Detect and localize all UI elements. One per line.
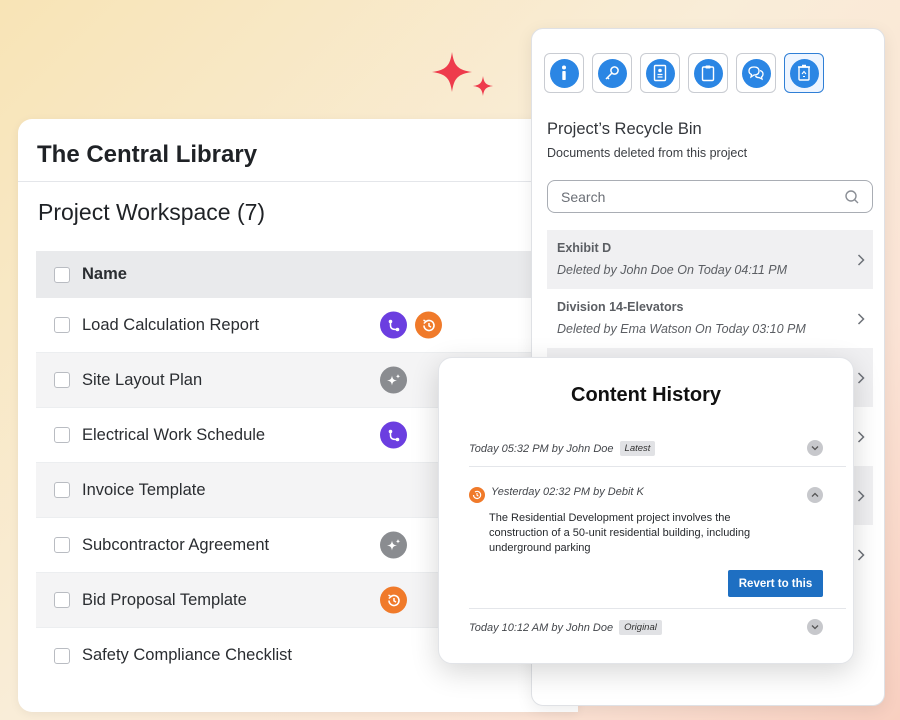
row-checkbox[interactable] — [54, 592, 70, 608]
recycle-bin-title: Project’s Recycle Bin — [547, 120, 702, 138]
recycle-bin-button[interactable] — [784, 53, 824, 93]
recycle-bin-icon — [789, 58, 819, 88]
ai-sparkle-icon[interactable] — [380, 531, 407, 559]
deleted-document-meta: Deleted by Ema Watson On Today 03:10 PM — [557, 322, 806, 336]
original-tag: Original — [619, 620, 662, 635]
chat-icon — [741, 58, 771, 88]
history-entry-expanded[interactable]: Yesterday 02:32 PM by Debit K The Reside… — [489, 486, 821, 556]
history-icon[interactable] — [380, 586, 407, 614]
key-button[interactable] — [592, 53, 632, 93]
revert-button[interactable]: Revert to this — [728, 570, 823, 597]
info-icon — [549, 58, 579, 88]
panel-toolbar — [544, 53, 824, 93]
table-header: Name — [36, 251, 556, 298]
list-item[interactable]: Exhibit D Deleted by John Doe On Today 0… — [547, 230, 873, 289]
history-entry-description: The Residential Development project invo… — [489, 512, 751, 554]
table-row[interactable]: Load Calculation Report — [36, 298, 556, 353]
document-name[interactable]: Safety Compliance Checklist — [82, 646, 292, 665]
chevron-right-icon[interactable] — [857, 312, 865, 325]
chevron-right-icon[interactable] — [857, 430, 865, 443]
sparkle-decoration-icon — [432, 52, 493, 96]
deleted-document-name: Exhibit D — [557, 241, 612, 255]
chevron-down-icon[interactable] — [807, 440, 823, 456]
select-all-checkbox[interactable] — [54, 266, 70, 283]
history-icon[interactable] — [415, 311, 442, 339]
key-icon — [597, 58, 627, 88]
document-card-button[interactable] — [640, 53, 680, 93]
document-name[interactable]: Invoice Template — [82, 481, 206, 500]
chevron-right-icon[interactable] — [857, 253, 865, 266]
document-card-icon — [645, 58, 675, 88]
search-box — [547, 180, 873, 213]
recycle-bin-subtitle: Documents deleted from this project — [547, 146, 748, 160]
row-checkbox[interactable] — [54, 372, 70, 388]
clipboard-icon — [693, 58, 723, 88]
search-icon[interactable] — [844, 189, 860, 205]
ai-sparkle-icon[interactable] — [380, 366, 407, 394]
document-name[interactable]: Electrical Work Schedule — [82, 426, 265, 445]
latest-tag: Latest — [619, 441, 656, 456]
history-entry-line: Today 10:12 AM by John Doe — [469, 621, 614, 634]
row-checkbox[interactable] — [54, 317, 70, 333]
divider — [469, 608, 846, 609]
document-name[interactable]: Bid Proposal Template — [82, 591, 247, 610]
workspace-subtitle: Project Workspace (7) — [38, 199, 266, 225]
content-history-popup: Content History Today 05:32 PM by John D… — [438, 357, 854, 664]
document-name[interactable]: Load Calculation Report — [82, 316, 259, 335]
row-checkbox[interactable] — [54, 537, 70, 553]
chat-button[interactable] — [736, 53, 776, 93]
deleted-document-meta: Deleted by John Doe On Today 04:11 PM — [557, 263, 788, 277]
info-button[interactable] — [544, 53, 584, 93]
list-item[interactable]: Division 14-Elevators Deleted by Ema Wat… — [547, 289, 873, 348]
history-entry-latest[interactable]: Today 05:32 PM by John Doe Latest — [469, 441, 846, 456]
divider — [469, 466, 846, 467]
chevron-up-icon[interactable] — [807, 487, 823, 503]
name-column-header[interactable]: Name — [82, 265, 127, 284]
chevron-down-icon[interactable] — [807, 619, 823, 635]
search-input[interactable] — [548, 188, 844, 205]
workflow-icon[interactable] — [380, 311, 407, 339]
history-icon — [469, 487, 485, 503]
history-entry-line: Yesterday 02:32 PM by Debit K — [491, 486, 644, 498]
row-checkbox[interactable] — [54, 427, 70, 443]
chevron-right-icon[interactable] — [857, 548, 865, 561]
chevron-right-icon[interactable] — [857, 371, 865, 384]
row-checkbox[interactable] — [54, 647, 70, 664]
workflow-icon[interactable] — [380, 421, 407, 449]
history-entry-line: Today 05:32 PM by John Doe — [469, 442, 614, 455]
document-name[interactable]: Site Layout Plan — [82, 371, 202, 390]
chevron-right-icon[interactable] — [857, 489, 865, 502]
document-name[interactable]: Subcontractor Agreement — [82, 536, 269, 555]
deleted-document-name: Division 14-Elevators — [557, 300, 684, 314]
history-entry-original[interactable]: Today 10:12 AM by John Doe Original — [469, 620, 846, 635]
clipboard-button[interactable] — [688, 53, 728, 93]
library-title: The Central Library — [18, 119, 578, 182]
content-history-title: Content History — [571, 384, 721, 406]
row-checkbox[interactable] — [54, 482, 70, 498]
